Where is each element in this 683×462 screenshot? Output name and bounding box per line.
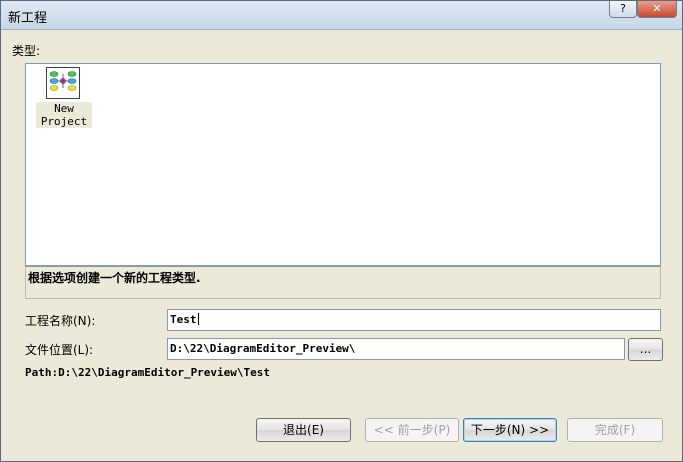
- file-location-input[interactable]: D:\22\DiagramEditor_Preview\: [167, 338, 625, 360]
- project-type-label: New Project: [36, 102, 92, 128]
- window-title: 新工程: [8, 11, 48, 26]
- dialog-body: 类型: New Project 根据选项创建一个新的工程类型. 工程名称(N):…: [1, 30, 682, 461]
- project-diagram-icon: [46, 67, 80, 99]
- next-button[interactable]: 下一步(N) >>: [463, 418, 557, 442]
- title-bar[interactable]: 新工程 ? ✕: [1, 1, 682, 30]
- project-type-list[interactable]: New Project: [25, 63, 661, 266]
- browse-button[interactable]: ...: [628, 338, 663, 361]
- project-name-label: 工程名称(N):: [25, 314, 96, 328]
- help-button[interactable]: ?: [609, 1, 637, 18]
- description-text: 根据选项创建一个新的工程类型.: [28, 271, 201, 285]
- project-type-label-line1: New: [54, 102, 74, 115]
- finish-button[interactable]: 完成(F): [567, 418, 663, 442]
- path-text: Path:D:\22\DiagramEditor_Preview\Test: [25, 366, 271, 379]
- project-type-label-line2: Project: [40, 115, 88, 128]
- back-button[interactable]: << 前一步(P): [365, 418, 459, 442]
- file-location-label: 文件位置(L):: [25, 343, 94, 357]
- project-type-item[interactable]: New Project: [36, 67, 92, 131]
- description-panel: 根据选项创建一个新的工程类型.: [25, 266, 661, 299]
- text-caret: [197, 313, 199, 325]
- exit-button[interactable]: 退出(E): [256, 418, 351, 442]
- close-button[interactable]: ✕: [637, 1, 677, 18]
- type-label: 类型:: [12, 44, 41, 58]
- project-name-input[interactable]: Test: [167, 309, 661, 331]
- file-location-value: D:\22\DiagramEditor_Preview\: [170, 342, 356, 355]
- new-project-dialog: 新工程 ? ✕ 类型: New Project 根据选项创建一个新的工程类型. …: [0, 0, 683, 462]
- project-name-value: Test: [170, 313, 197, 326]
